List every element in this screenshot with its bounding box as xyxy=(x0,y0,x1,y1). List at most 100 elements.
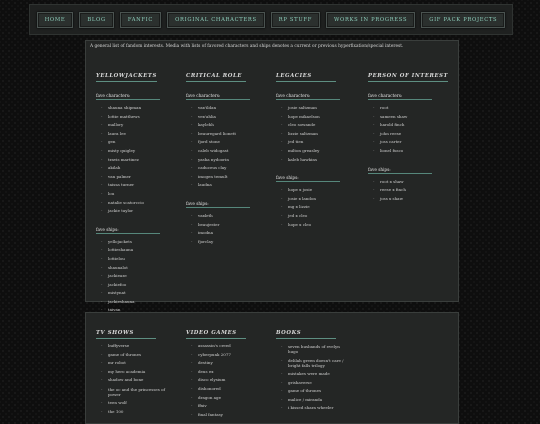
media-list: seven husbands of evelyn hugo delilah gr… xyxy=(276,342,350,413)
column-title: CRITICAL ROLE xyxy=(186,73,246,82)
nav-home-button[interactable]: HOME xyxy=(36,11,74,28)
list-item: ffxiv xyxy=(186,402,246,411)
list-item: lottielou xyxy=(96,255,160,264)
list-item: cyberpunk 2077 xyxy=(186,351,246,360)
list-item: buffyverse xyxy=(96,342,170,351)
list-item: sameen shaw xyxy=(368,113,448,122)
section-heading: fave characters: xyxy=(276,93,340,100)
list-item: shaunalot xyxy=(96,264,160,273)
nav-fanfic-button[interactable]: FANFIC xyxy=(119,11,162,28)
nav-original-characters-button[interactable]: ORIGINAL CHARACTERS xyxy=(167,11,265,28)
list-item: akilah xyxy=(96,164,160,173)
list-item: delilah green doesn't care / bright fall… xyxy=(276,356,350,370)
list-item: game of thrones xyxy=(276,387,350,396)
column-title: TV SHOWS xyxy=(96,330,156,339)
list-item: milton greasley xyxy=(276,147,340,156)
media-interests-panel: TV SHOWS buffyverse game of thrones mr r… xyxy=(85,312,459,424)
list-item: kaleb hawkins xyxy=(276,156,340,165)
list-item: vex'ahlia xyxy=(186,113,250,122)
column-title: YELLOWJACKETS xyxy=(96,73,157,82)
fandom-interests-panel: A general list of fandom interests. Medi… xyxy=(85,40,459,315)
nav-works-in-progress-button[interactable]: WORKS IN PROGRESS xyxy=(326,11,416,28)
list-item: travis martinez xyxy=(96,156,160,165)
list-item: vax'ildan xyxy=(186,104,250,113)
media-list: buffyverse game of thrones mr robot my h… xyxy=(96,342,170,416)
column-title: BOOKS xyxy=(276,330,336,339)
list-item: gen xyxy=(96,138,160,147)
list-item: root x shaw xyxy=(368,178,448,187)
list-item: beauregard lionett xyxy=(186,130,250,139)
ship-list: hope x josie josie x landon mg x lizzie … xyxy=(276,186,340,229)
list-item: lizzie saltzman xyxy=(276,130,340,139)
list-item: lionel fusco xyxy=(368,147,448,156)
list-item: dragon age xyxy=(186,394,246,403)
column-title: VIDEO GAMES xyxy=(186,330,246,339)
list-item: mr robot xyxy=(96,359,170,368)
list-item: jackiefoo xyxy=(96,281,160,290)
list-item: jed x cleo xyxy=(276,212,340,221)
list-item: laura lee xyxy=(96,130,160,139)
column-critical-role: CRITICAL ROLE fave characters: vax'ildan… xyxy=(186,62,250,246)
column-video-games: VIDEO GAMES assassin's creed cyberpunk 2… xyxy=(186,319,246,419)
list-item: kaylehh xyxy=(186,121,250,130)
ship-list: vaxleth beaujester imodna fjorclay xyxy=(186,212,250,246)
list-item: yellojackets xyxy=(96,238,160,247)
list-item: seven husbands of evelyn hugo xyxy=(276,342,350,356)
list-item: misty quigley xyxy=(96,147,160,156)
column-person-of-interest: PERSON OF INTEREST fave characters: root… xyxy=(368,62,449,204)
list-item: mallory xyxy=(96,121,160,130)
character-list: josie saltzman hope mikaelson cleo sowan… xyxy=(276,104,340,164)
list-item: josie x landon xyxy=(276,195,340,204)
list-item: reese x finch xyxy=(368,186,448,195)
list-item: mistynat xyxy=(96,289,160,298)
list-item: final fantasy xyxy=(186,411,246,420)
list-item: destiny xyxy=(186,359,246,368)
list-item: mg x lizzie xyxy=(276,203,340,212)
section-heading: fave ships: xyxy=(368,167,432,174)
list-item: grishaverse xyxy=(276,379,350,388)
list-item: lottie matthews xyxy=(96,113,160,122)
list-item: teen wolf xyxy=(96,399,170,408)
list-item: jed tien xyxy=(276,138,340,147)
list-item: root xyxy=(368,104,448,113)
section-heading: fave ships: xyxy=(186,201,250,208)
list-item: disco elysium xyxy=(186,376,246,385)
list-item: joss x shaw xyxy=(368,195,448,204)
nav-rp-stuff-button[interactable]: RP STUFF xyxy=(270,11,320,28)
list-item: harold finch xyxy=(368,121,448,130)
column-books: BOOKS seven husbands of evelyn hugo deli… xyxy=(276,319,350,413)
column-title: LEGACIES xyxy=(276,73,336,82)
list-item: jackieaze xyxy=(96,272,160,281)
top-navigation: HOME BLOG FANFIC ORIGINAL CHARACTERS RP … xyxy=(29,4,513,35)
list-item: my hero academia xyxy=(96,368,170,377)
list-item: hope x josie xyxy=(276,186,340,195)
nav-gif-pack-projects-button[interactable]: GIF PACK PROJECTS xyxy=(421,11,506,28)
list-item: joss carter xyxy=(368,138,448,147)
column-title: PERSON OF INTEREST xyxy=(368,73,449,82)
list-item: game of thrones xyxy=(96,351,170,360)
column-yellowjackets: YELLOWJACKETS fave characters: shauna sh… xyxy=(96,62,160,315)
character-list: root sameen shaw harold finch john reese… xyxy=(368,104,448,156)
list-item: caleb widogast xyxy=(186,147,250,156)
column-tv-shows: TV SHOWS buffyverse game of thrones mr r… xyxy=(96,319,170,416)
list-item: malice / miranda xyxy=(276,396,350,405)
section-heading: fave characters: xyxy=(186,93,250,100)
section-heading: fave ships: xyxy=(276,175,340,183)
list-item: beaujester xyxy=(186,221,250,230)
list-item: shauna shipman xyxy=(96,104,160,113)
list-item: lottieshauna xyxy=(96,246,160,255)
list-item: john reese xyxy=(368,130,448,139)
ship-list: root x shaw reese x finch joss x shaw xyxy=(368,178,448,204)
list-item: the oc and the princesses of power xyxy=(96,385,170,399)
nav-blog-button[interactable]: BLOG xyxy=(79,11,114,28)
character-list: vax'ildan vex'ahlia kaylehh beauregard l… xyxy=(186,104,250,190)
media-list: assassin's creed cyberpunk 2077 destiny … xyxy=(186,342,246,419)
section-heading: fave characters: xyxy=(96,93,160,100)
list-item: hope x cleo xyxy=(276,221,340,230)
section-heading: fave ships: xyxy=(96,227,160,234)
list-item: lou xyxy=(96,190,160,199)
character-list: shauna shipman lottie matthews mallory l… xyxy=(96,104,160,216)
list-item: shadow and bone xyxy=(96,376,170,385)
list-item: jackieshauna xyxy=(96,298,160,307)
list-item: fjorclay xyxy=(186,238,250,247)
